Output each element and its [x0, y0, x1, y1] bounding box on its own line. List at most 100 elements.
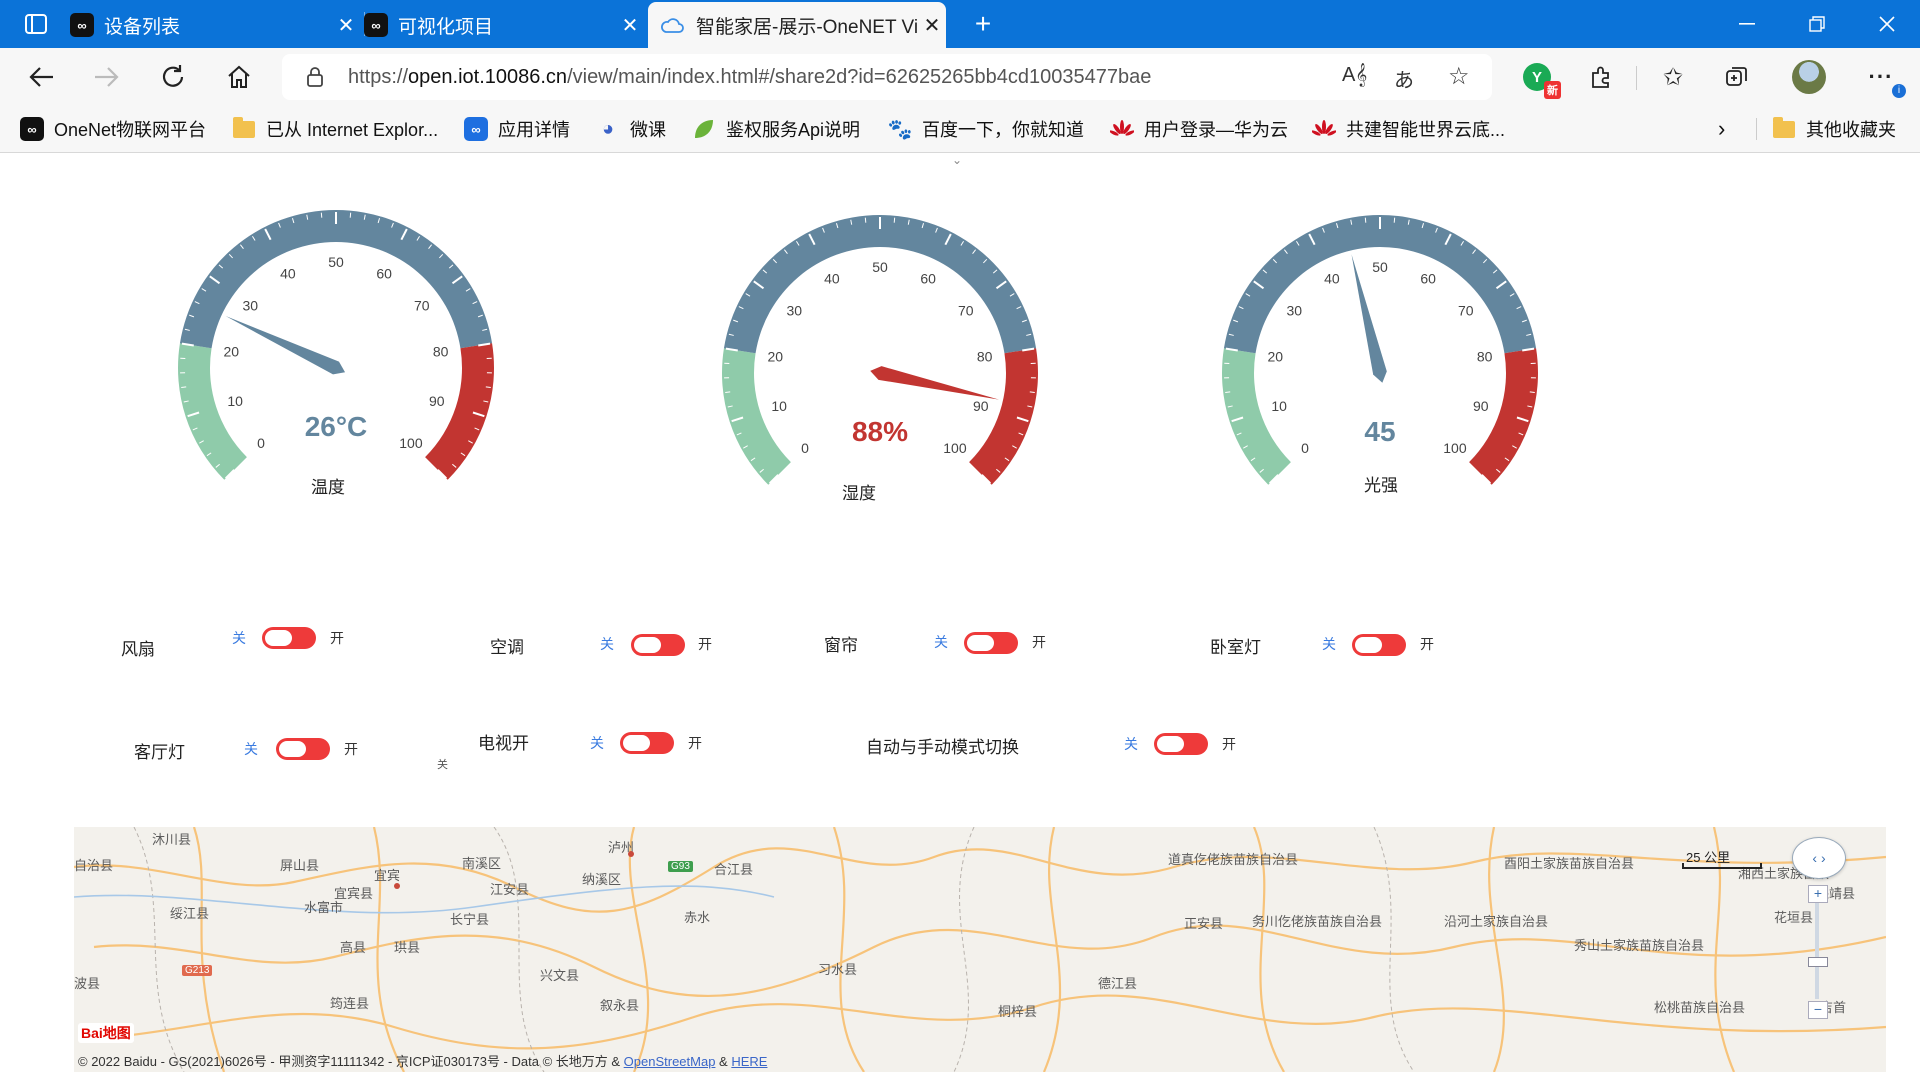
fan-label: 风扇: [121, 640, 155, 659]
fan-off-label: 关: [232, 630, 246, 646]
living-room-light-label: 客厅灯: [134, 743, 185, 762]
curtain-switch[interactable]: [964, 632, 1018, 654]
close-icon[interactable]: ✕: [616, 13, 644, 38]
map-place: 波县: [74, 976, 101, 991]
gauge-title-light: 光强: [1364, 476, 1398, 495]
close-window-icon[interactable]: [1860, 0, 1914, 48]
gauge-band: [425, 343, 494, 480]
bookmark-auth-api[interactable]: 鉴权服务Api说明: [692, 106, 860, 152]
gauge-tick-label: 100: [943, 440, 967, 456]
tv-switch[interactable]: [620, 732, 674, 754]
bookmark-ie-folder[interactable]: 已从 Internet Explor...: [232, 106, 438, 152]
zoom-handle[interactable]: [1808, 957, 1828, 967]
leaf-icon: [695, 120, 713, 138]
gauge-tick-label: 20: [768, 348, 784, 364]
here-link[interactable]: HERE: [731, 1054, 767, 1069]
bookmark-huawei-cloud[interactable]: 共建智能世界云底...: [1312, 106, 1505, 152]
gauge-tick-label: 40: [824, 271, 840, 287]
close-icon[interactable]: ✕: [332, 13, 360, 38]
gauge-tick-label: 70: [414, 298, 430, 314]
map-place: 务川仡佬族苗族自治县: [1252, 914, 1383, 929]
restore-icon[interactable]: [1790, 0, 1844, 48]
extensions-puzzle-icon[interactable]: [1580, 56, 1622, 98]
gauge-tick: [1529, 391, 1535, 394]
ac-switch[interactable]: [631, 634, 685, 656]
chevron-right-icon[interactable]: ›: [1718, 106, 1725, 152]
gauge-tick-label: 90: [429, 393, 445, 409]
back-icon[interactable]: [20, 56, 62, 98]
gauge-tick: [485, 386, 491, 389]
gauge-value: 88%: [852, 416, 908, 447]
bookmark-baidu[interactable]: 🐾 百度一下，你就知道: [888, 106, 1084, 152]
url-text[interactable]: https://open.iot.10086.cn/view/main/inde…: [348, 54, 1151, 100]
map-place: 赤水: [684, 910, 711, 925]
tab-device-list[interactable]: ∞ 设备列表 ✕: [70, 2, 360, 48]
cloud-icon: [661, 18, 684, 33]
map-place: 秀山土家族苗族自治县: [1574, 938, 1705, 953]
fan-switch[interactable]: [262, 627, 316, 649]
collections-icon[interactable]: [1716, 56, 1758, 98]
bookmark-onenet[interactable]: ∞ OneNet物联网平台: [20, 106, 206, 152]
gauge-band: [1223, 214, 1537, 354]
minimize-icon[interactable]: [1720, 0, 1774, 48]
baidu-map[interactable]: 沐川县 自治县 屏山县 宜宾 南溪区 泸州 合江县 道真仡佬族苗族自治县 酉阳土…: [74, 827, 1886, 1072]
toolbar-divider: [1636, 66, 1637, 90]
gauge-band: [1222, 348, 1291, 485]
address-bar[interactable]: https://open.iot.10086.cn/view/main/inde…: [282, 54, 1492, 100]
temperature-gauge: 0 10 20 30 40 50 60 70 80 90 100 26°C: [136, 178, 536, 518]
home-icon[interactable]: [218, 56, 260, 98]
map-place: 习水县: [818, 962, 858, 977]
tab-title: 可视化项目: [398, 16, 494, 38]
road-shield: G213: [182, 965, 213, 976]
gauge-band: [179, 209, 493, 349]
new-tab-button[interactable]: +: [956, 0, 1010, 48]
zoom-in-icon[interactable]: +: [1808, 885, 1828, 903]
close-icon[interactable]: ✕: [918, 13, 946, 38]
map-place: 水富市: [304, 900, 344, 915]
bedroom-light-off-label: 关: [1322, 636, 1336, 652]
living-room-light-switch[interactable]: [276, 738, 330, 760]
gauge-tick-label: 90: [973, 398, 989, 414]
favorites-icon[interactable]: ✩: [1652, 56, 1694, 98]
read-aloud-icon[interactable]: A𝄞: [1342, 64, 1367, 87]
bookmark-label: 微课: [630, 120, 666, 140]
bookmark-huawei-login[interactable]: 用户登录—华为云: [1110, 106, 1288, 152]
gauge-band: [1469, 348, 1538, 485]
bookmark-weike[interactable]: ◕ 微课: [596, 106, 666, 152]
openstreetmap-link[interactable]: OpenStreetMap: [624, 1054, 716, 1069]
map-pan-control[interactable]: ‹ ›: [1792, 837, 1846, 879]
refresh-icon[interactable]: [152, 56, 194, 98]
extension-ext-icon[interactable]: Y 新: [1516, 56, 1561, 99]
lock-icon[interactable]: [306, 66, 324, 88]
bookmark-app-detail[interactable]: ∞ 应用详情: [464, 106, 570, 152]
tab-actions-icon[interactable]: [8, 0, 64, 48]
baidu-map-logo[interactable]: Bai地图: [78, 1023, 134, 1043]
zoom-track[interactable]: [1815, 903, 1819, 999]
tv-on-label: 开: [688, 735, 702, 751]
map-zoom-control[interactable]: + −: [1808, 885, 1828, 1019]
zoom-out-icon[interactable]: −: [1808, 1001, 1828, 1019]
gauge-tick-label: 30: [1286, 303, 1302, 319]
gauge-tick-label: 0: [257, 435, 265, 451]
profile-avatar[interactable]: [1788, 56, 1830, 98]
gauge-tick-label: 70: [1458, 303, 1474, 319]
forward-icon[interactable]: [86, 56, 128, 98]
chevron-down-icon[interactable]: ⌄: [952, 153, 962, 167]
gauge-tick-label: 10: [1271, 398, 1287, 414]
gauge-tick-label: 60: [920, 271, 936, 287]
tab-smart-home-view[interactable]: 智能家居-展示-OneNET View 3.0 ✕: [648, 2, 946, 48]
gauge-tick-label: 10: [771, 398, 787, 414]
translate-icon[interactable]: あ: [1394, 64, 1414, 93]
auto-manual-switch[interactable]: [1154, 733, 1208, 755]
add-favorite-icon[interactable]: ☆: [1448, 62, 1470, 91]
bookmark-other-favorites[interactable]: 其他收藏夹: [1772, 106, 1896, 152]
gauge-band: [723, 214, 1037, 354]
bedroom-light-switch[interactable]: [1352, 634, 1406, 656]
tab-visualization-projects[interactable]: ∞ 可视化项目 ✕: [364, 2, 644, 48]
map-place: 沐川县: [152, 832, 192, 847]
gauge-tick-label: 80: [433, 343, 449, 359]
bookmark-label: OneNet物联网平台: [54, 120, 207, 140]
curtain-off-label: 关: [934, 634, 948, 650]
folder-icon: [1773, 116, 1795, 138]
curtain-label: 窗帘: [824, 636, 858, 655]
